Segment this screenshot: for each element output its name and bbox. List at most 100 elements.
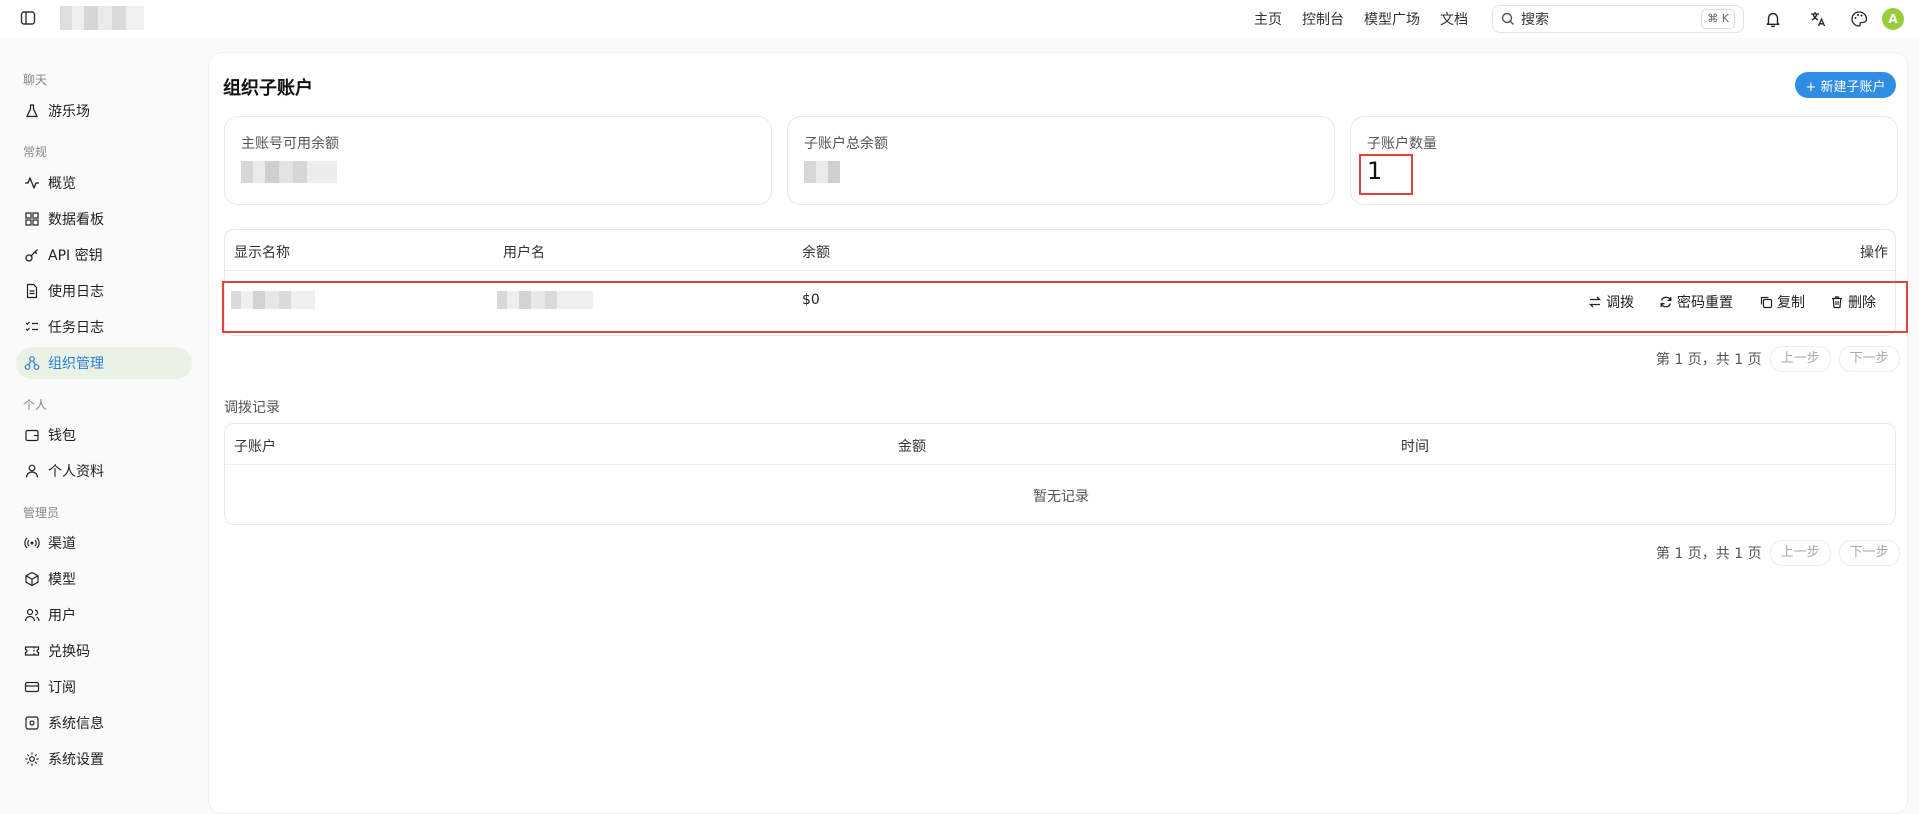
col-actions: 操作 [1860, 245, 1888, 261]
sidebar-item-profile[interactable]: 个人资料 [16, 455, 192, 487]
top-bar: 主页 控制台 模型广场 文档 搜索 ⌘ K A [0, 0, 1919, 38]
col-amount: 金额 [898, 439, 926, 455]
sidebar-item-label: 组织管理 [48, 356, 104, 372]
sidebar-item-label: 订阅 [48, 680, 76, 696]
next-page-button[interactable]: 下一步 [1838, 346, 1900, 372]
nav-model-square[interactable]: 模型广场 [1364, 9, 1420, 29]
sidebar-item-users[interactable]: 用户 [16, 599, 192, 631]
sidebar-item-label: 游乐场 [48, 104, 90, 120]
nav-home[interactable]: 主页 [1254, 9, 1282, 29]
sidebar-section-chat: 聊天 [23, 73, 48, 87]
bell-icon[interactable] [1764, 10, 1782, 28]
sidebar-item-label: 任务日志 [48, 320, 104, 336]
top-nav: 主页 控制台 模型广场 文档 [1254, 0, 1488, 38]
wallet-icon [24, 427, 40, 443]
sidebar-toggle-icon[interactable] [20, 10, 36, 26]
sidebar-item-api-keys[interactable]: API 密钥 [16, 239, 192, 271]
sidebar-item-dashboard[interactable]: 数据看板 [16, 203, 192, 235]
sidebar-section-general: 常规 [23, 145, 48, 159]
key-icon [24, 247, 40, 263]
search-placeholder: 搜索 [1521, 12, 1549, 28]
sidebar-section-personal: 个人 [23, 398, 48, 412]
stat-card-sub-count: 子账户数量 1 [1350, 116, 1898, 205]
card-icon [24, 679, 40, 695]
nav-docs[interactable]: 文档 [1440, 9, 1468, 29]
highlight-box-count [1359, 154, 1413, 195]
sidebar-item-label: 渠道 [48, 536, 76, 552]
divider [225, 270, 1895, 271]
stat-label: 子账户总余额 [804, 136, 888, 152]
logo[interactable] [60, 6, 144, 30]
dashboard-icon [24, 211, 40, 227]
sidebar-item-channels[interactable]: 渠道 [16, 527, 192, 559]
col-subaccount: 子账户 [234, 439, 276, 455]
stat-card-sub-total: 子账户总余额 [787, 116, 1335, 205]
sidebar-item-usage-log[interactable]: 使用日志 [16, 275, 192, 307]
sidebar-item-label: 系统信息 [48, 716, 104, 732]
col-balance: 余额 [802, 245, 830, 261]
sidebar-item-wallet[interactable]: 钱包 [16, 419, 192, 451]
broadcast-icon [24, 535, 40, 551]
new-subaccount-button[interactable]: + 新建子账户 [1795, 72, 1896, 98]
search-shortcut: ⌘ K [1701, 9, 1735, 29]
stat-value-redacted [241, 161, 337, 183]
sidebar-item-subscriptions[interactable]: 订阅 [16, 671, 192, 703]
document-icon [24, 283, 40, 299]
sidebar-item-label: 概览 [48, 176, 76, 192]
page-info: 第 1 页，共 1 页 [1656, 546, 1762, 562]
sidebar-item-label: 使用日志 [48, 284, 104, 300]
prev-page-button[interactable]: 上一步 [1769, 540, 1831, 566]
sidebar-item-label: 钱包 [48, 428, 76, 444]
cube-icon [24, 571, 40, 587]
divider [225, 464, 1895, 465]
col-display-name: 显示名称 [234, 245, 290, 261]
user-icon [24, 463, 40, 479]
org-icon [24, 355, 40, 371]
users-icon [24, 607, 40, 623]
sidebar-item-overview[interactable]: 概览 [16, 167, 192, 199]
col-time: 时间 [1401, 439, 1429, 455]
ticket-icon [24, 643, 40, 659]
pagination: 第 1 页，共 1 页 上一步 下一步 [1656, 346, 1900, 372]
sidebar-item-models[interactable]: 模型 [16, 563, 192, 595]
sidebar-item-task-log[interactable]: 任务日志 [16, 311, 192, 343]
sidebar-item-label: 数据看板 [48, 212, 104, 228]
stat-label: 主账号可用余额 [241, 136, 339, 152]
server-icon [24, 715, 40, 731]
activity-icon [24, 175, 40, 191]
search-input[interactable]: 搜索 ⌘ K [1492, 5, 1744, 33]
sidebar-item-org-manage[interactable]: 组织管理 [16, 347, 192, 379]
sidebar-item-playground[interactable]: 游乐场 [16, 95, 192, 127]
sidebar-item-label: 兑换码 [48, 644, 90, 660]
page-info: 第 1 页，共 1 页 [1656, 352, 1762, 368]
sidebar-section-admin: 管理员 [23, 506, 60, 520]
next-page-button[interactable]: 下一步 [1838, 540, 1900, 566]
sidebar-item-label: API 密钥 [48, 248, 103, 264]
sidebar-item-label: 模型 [48, 572, 76, 588]
stat-card-main-balance: 主账号可用余额 [224, 116, 772, 205]
nav-console[interactable]: 控制台 [1302, 9, 1344, 29]
translate-icon[interactable] [1809, 10, 1827, 28]
checklist-icon [24, 319, 40, 335]
transfer-records-title: 调拨记录 [224, 400, 280, 416]
sidebar-item-label: 用户 [48, 608, 76, 624]
col-username: 用户名 [503, 245, 545, 261]
prev-page-button[interactable]: 上一步 [1769, 346, 1831, 372]
empty-state-text: 暂无记录 [1033, 489, 1089, 505]
sidebar-item-label: 系统设置 [48, 752, 104, 768]
palette-icon[interactable] [1850, 10, 1868, 28]
avatar[interactable]: A [1882, 8, 1904, 30]
search-icon [1501, 12, 1514, 25]
stat-value-redacted [804, 161, 840, 183]
sidebar-item-redeem[interactable]: 兑换码 [16, 635, 192, 667]
flask-icon [24, 103, 40, 119]
pagination-records: 第 1 页，共 1 页 上一步 下一步 [1656, 540, 1900, 566]
gear-icon [24, 751, 40, 767]
sidebar-item-system-info[interactable]: 系统信息 [16, 707, 192, 739]
sidebar-item-system-settings[interactable]: 系统设置 [16, 743, 192, 775]
stat-label: 子账户数量 [1367, 136, 1437, 152]
highlight-box-row [222, 281, 1908, 333]
page-title: 组织子账户 [223, 78, 313, 99]
sidebar-item-label: 个人资料 [48, 464, 104, 480]
transfer-records-table: 子账户 金额 时间 暂无记录 [224, 423, 1896, 525]
